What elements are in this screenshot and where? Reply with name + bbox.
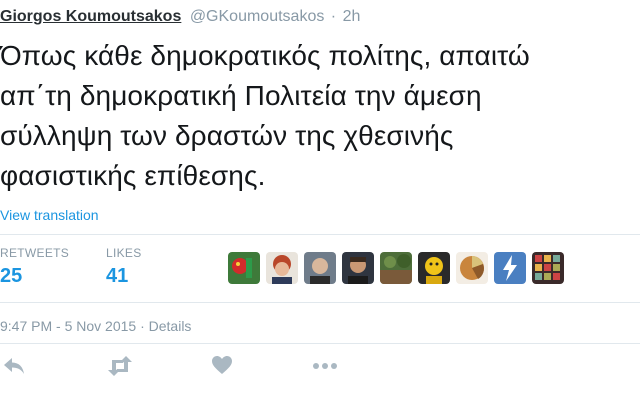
likes-stat[interactable]: LIKES 41 bbox=[106, 246, 142, 288]
avatar[interactable] bbox=[456, 252, 488, 284]
retweet-icon[interactable] bbox=[106, 355, 134, 382]
tweet-timestamp: 9:47 PM - 5 Nov 2015 · Details bbox=[0, 318, 191, 334]
tweet-header: Giorgos Koumoutsakos @GKoumoutsakos · 2h bbox=[0, 8, 360, 26]
avatar[interactable] bbox=[228, 252, 260, 284]
likes-label: LIKES bbox=[106, 246, 142, 260]
timestamp-text[interactable]: 9:47 PM - 5 Nov 2015 bbox=[0, 318, 136, 334]
header-separator: · bbox=[330, 8, 337, 25]
avatar[interactable] bbox=[342, 252, 374, 284]
tweet-age[interactable]: 2h bbox=[343, 8, 361, 25]
avatar[interactable] bbox=[418, 252, 450, 284]
retweets-stat[interactable]: RETWEETS 25 bbox=[0, 246, 69, 288]
tweet-text-line: απ΄τη δημοκρατική Πολιτεία την άμεση bbox=[0, 80, 482, 111]
avatar[interactable] bbox=[380, 252, 412, 284]
author-handle[interactable]: @GKoumoutsakos bbox=[190, 8, 325, 25]
retweets-label: RETWEETS bbox=[0, 246, 70, 260]
retweets-count: 25 bbox=[0, 265, 23, 287]
divider bbox=[0, 234, 640, 235]
liker-avatars bbox=[228, 252, 564, 284]
tweet-text-line: φασιστικής επίθεσης. bbox=[0, 160, 266, 191]
avatar[interactable] bbox=[266, 252, 298, 284]
tweet-text-line: Όπως κάθε δημοκρατικός πολίτης, απαιτώ bbox=[0, 40, 530, 71]
avatar[interactable] bbox=[494, 252, 526, 284]
details-link[interactable]: · Details bbox=[140, 318, 191, 334]
likes-count: 41 bbox=[106, 265, 129, 287]
divider bbox=[0, 302, 640, 303]
divider bbox=[0, 343, 640, 344]
tweet-actions bbox=[0, 355, 640, 381]
avatar[interactable] bbox=[532, 252, 564, 284]
more-icon[interactable] bbox=[312, 358, 338, 379]
heart-icon[interactable] bbox=[211, 355, 233, 380]
author-name[interactable]: Giorgos Koumoutsakos bbox=[0, 8, 181, 25]
reply-icon[interactable] bbox=[2, 355, 26, 382]
view-translation-link[interactable]: View translation bbox=[0, 207, 99, 223]
tweet-text: Όπως κάθε δημοκρατικός πολίτης, απαιτώ α… bbox=[0, 36, 640, 196]
tweet-text-line: σύλληψη των δραστών της χθεσινής bbox=[0, 120, 454, 151]
avatar[interactable] bbox=[304, 252, 336, 284]
